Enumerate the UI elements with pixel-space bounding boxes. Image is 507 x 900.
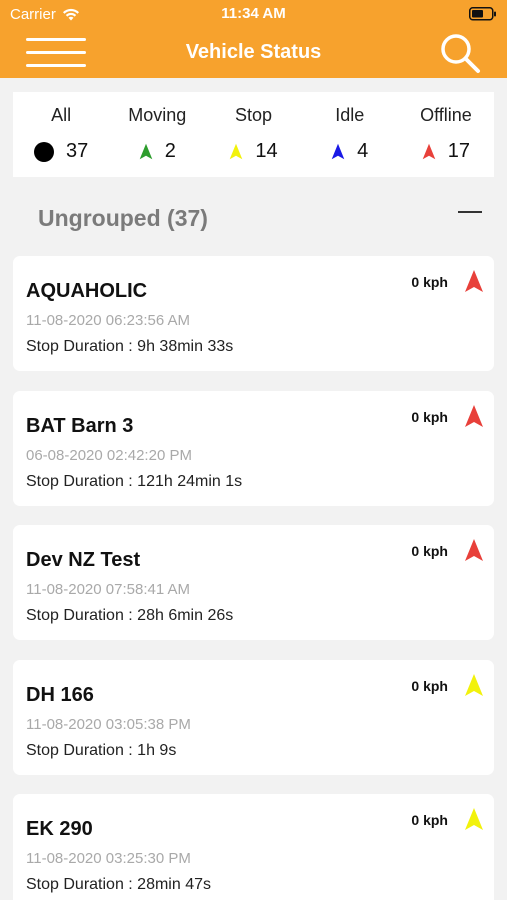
status-arrow-icon: [331, 143, 345, 160]
status-arrow-icon: [465, 539, 483, 561]
vehicle-timestamp: 11-08-2020 03:05:38 PM: [26, 716, 191, 733]
vehicle-name: Dev NZ Test: [26, 549, 141, 571]
vehicle-name: AQUAHOLIC: [26, 280, 148, 302]
stop-duration: Stop Duration : 28h 6min 26s: [26, 607, 234, 624]
summary-label: Idle: [335, 105, 365, 125]
summary-count: 37: [65, 140, 89, 162]
vehicle-card[interactable]: BAT Barn 3 06-08-2020 02:42:20 PM Stop Dur…: [13, 391, 494, 506]
summary-label: Moving: [128, 105, 187, 125]
summary-idle[interactable]: Idle 4: [302, 92, 398, 177]
status-bar: Carrier 11:34 AM: [0, 0, 507, 28]
status-arrow-icon: [465, 674, 483, 696]
nav-bar: Vehicle Status: [0, 28, 507, 78]
summary-count: 14: [255, 140, 278, 162]
stop-duration: Stop Duration : 28min 47s: [26, 876, 211, 893]
vehicle-timestamp: 11-08-2020 06:23:56 AM: [26, 312, 191, 329]
status-arrow-icon: [465, 270, 483, 292]
battery-icon: [469, 7, 496, 21]
vehicle-card[interactable]: DH 166 11-08-2020 03:05:38 PM Stop Duratio…: [13, 660, 494, 775]
vehicle-speed: 0 kph: [411, 812, 448, 828]
vehicle-speed: 0 kph: [411, 274, 448, 290]
summary-all[interactable]: All 37: [13, 92, 109, 177]
vehicle-name: EK 290: [26, 818, 93, 840]
summary-count: 4: [357, 140, 369, 162]
status-arrow-icon: [230, 143, 243, 160]
summary-count: 2: [164, 140, 176, 162]
vehicle-timestamp: 06-08-2020 02:42:20 PM: [26, 447, 192, 464]
summary-count: 17: [447, 140, 471, 162]
summary-stop[interactable]: Stop 14: [205, 92, 301, 177]
vehicle-speed: 0 kph: [411, 678, 448, 694]
stop-duration: Stop Duration : 1h 9s: [26, 742, 177, 759]
vehicle-card[interactable]: AQUAHOLIC 11-08-2020 06:23:56 AM Stop Dura…: [13, 256, 494, 371]
search-icon[interactable]: [439, 32, 481, 74]
vehicle-speed: 0 kph: [411, 409, 448, 425]
vehicle-card[interactable]: Dev NZ Test 11-08-2020 07:58:41 AM Stop Du…: [13, 525, 494, 640]
dot-icon: [33, 141, 54, 162]
status-arrow-icon: [139, 143, 153, 160]
vehicle-card[interactable]: EK 290 11-08-2020 03:25:30 PM Stop Duratio…: [13, 794, 494, 900]
status-arrow-icon: [422, 143, 436, 160]
summary-offline[interactable]: Offline 17: [398, 92, 494, 177]
stop-duration: Stop Duration : 9h 38min 33s: [26, 338, 234, 355]
vehicle-name: BAT Barn 3: [26, 415, 134, 437]
vehicle-timestamp: 11-08-2020 03:25:30 PM: [26, 850, 191, 867]
summary-moving[interactable]: Moving 2: [109, 92, 205, 177]
page-title: Vehicle Status: [185, 41, 322, 63]
vehicle-name: DH 166: [26, 684, 94, 706]
summary-label: Stop: [234, 105, 273, 125]
vehicle-timestamp: 11-08-2020 07:58:41 AM: [26, 581, 191, 598]
status-time: 11:34 AM: [221, 5, 286, 22]
summary-label: All: [51, 105, 72, 125]
status-summary: All 37 Moving 2 Stop 14 Idle 4 Offline 17: [13, 92, 494, 177]
summary-label: Offline: [420, 105, 472, 125]
collapse-icon[interactable]: [458, 211, 482, 213]
status-arrow-icon: [465, 808, 483, 830]
status-arrow-icon: [465, 405, 483, 427]
vehicle-speed: 0 kph: [411, 543, 448, 559]
stop-duration: Stop Duration : 121h 24min 1s: [26, 473, 243, 490]
group-title: Ungrouped (37): [38, 205, 208, 231]
